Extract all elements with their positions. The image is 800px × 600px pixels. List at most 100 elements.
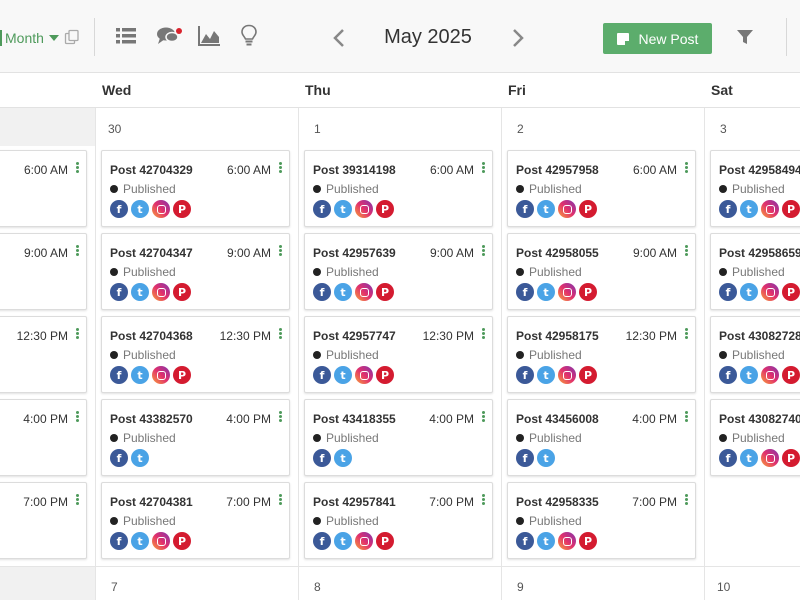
more-options-icon[interactable] (482, 245, 485, 257)
post-title: Post 42957958 (516, 163, 599, 177)
more-options-icon[interactable] (685, 245, 688, 257)
post-networks: ft P (313, 283, 397, 301)
comments-icon[interactable] (157, 26, 183, 46)
pinterest-icon: P (579, 532, 597, 550)
post-card[interactable]: 9:00 AM (0, 233, 87, 310)
status-dot-icon (516, 517, 524, 525)
post-card[interactable]: 4:00 PM (0, 399, 87, 476)
more-options-icon[interactable] (76, 411, 79, 423)
post-networks: ft P (313, 532, 397, 550)
more-options-icon[interactable] (685, 411, 688, 423)
more-options-icon[interactable] (482, 494, 485, 506)
post-time: 12:30 PM (625, 329, 677, 343)
post-time: 9:00 AM (23, 246, 68, 260)
post-card[interactable]: Post 42958175 12:30 PM Published f t P (507, 316, 696, 393)
facebook-icon: f (110, 449, 128, 467)
more-options-icon[interactable] (279, 245, 282, 257)
status-label: Published (732, 265, 785, 279)
new-post-button[interactable]: New Post (603, 23, 712, 54)
more-options-icon[interactable] (482, 162, 485, 174)
pinterest-icon: P (782, 366, 800, 384)
post-card[interactable]: Post 43456008 4:00 PM Published f t (507, 399, 696, 476)
chevron-right-icon[interactable] (509, 27, 527, 49)
status-dot-icon (719, 434, 727, 442)
more-options-icon[interactable] (76, 245, 79, 257)
more-options-icon[interactable] (279, 494, 282, 506)
more-options-icon[interactable] (685, 494, 688, 506)
post-title: Post 43418355 (313, 412, 396, 426)
view-select-dropdown[interactable]: Month (0, 27, 59, 49)
post-card[interactable]: Post 42958659 Published f t P (710, 233, 800, 310)
post-title: Post 42704381 (110, 495, 193, 509)
status-dot-icon (110, 434, 118, 442)
more-options-icon[interactable] (685, 328, 688, 340)
post-card[interactable]: Post 43418355 4:00 PM Published f t (304, 399, 493, 476)
twitter-icon: t (740, 283, 758, 301)
post-card[interactable]: Post 42704347 9:00 AM Published f t P (101, 233, 290, 310)
more-options-icon[interactable] (482, 411, 485, 423)
post-time: 6:00 AM (429, 163, 474, 177)
post-card[interactable]: Post 42704329 6:00 AM Published f t P (101, 150, 290, 227)
filter-icon[interactable] (736, 28, 754, 46)
more-options-icon[interactable] (279, 411, 282, 423)
post-card[interactable]: Post 42958494 Published f t P (710, 150, 800, 227)
post-title: Post 43382570 (110, 412, 193, 426)
calendar-app: Month May 2025 New Post Wed Thu Fri Sat … (0, 0, 800, 600)
view-select-bar (0, 30, 2, 46)
facebook-icon: f (313, 200, 331, 218)
more-options-icon[interactable] (279, 162, 282, 174)
post-card[interactable]: 6:00 AM (0, 150, 87, 227)
status-label: Published (529, 431, 582, 445)
post-card[interactable]: Post 42957841 7:00 PM Published f t P (304, 482, 493, 559)
more-options-icon[interactable] (279, 328, 282, 340)
post-title: Post 42957747 (313, 329, 396, 343)
post-card[interactable]: Post 42957747 12:30 PM Published f t P (304, 316, 493, 393)
post-card[interactable]: Post 39314198 6:00 AM Published f t P (304, 150, 493, 227)
post-card[interactable]: Post 43082728 Published f t P (710, 316, 800, 393)
pinterest-icon: P (376, 532, 394, 550)
post-card[interactable]: Post 42957958 6:00 AM Published f t P (507, 150, 696, 227)
post-card[interactable]: Post 42958055 9:00 AM Published f t P (507, 233, 696, 310)
facebook-icon: f (719, 283, 737, 301)
list-view-icon[interactable] (116, 27, 136, 45)
instagram-icon (152, 366, 170, 384)
post-card[interactable]: 12:30 PM (0, 316, 87, 393)
copy-icon[interactable] (64, 29, 80, 45)
facebook-icon: f (313, 532, 331, 550)
twitter-icon: t (537, 449, 555, 467)
post-card[interactable]: Post 42704368 12:30 PM Published f t P (101, 316, 290, 393)
post-card[interactable]: Post 42957639 9:00 AM Published f t P (304, 233, 493, 310)
facebook-icon: f (516, 283, 534, 301)
day-number: 1 (314, 122, 321, 136)
instagram-icon (152, 283, 170, 301)
post-card[interactable]: Post 43382570 4:00 PM Published f t (101, 399, 290, 476)
post-title: Post 42958659 (719, 246, 800, 260)
twitter-icon: t (334, 532, 352, 550)
facebook-icon: f (516, 366, 534, 384)
twitter-icon: t (131, 366, 149, 384)
status-label: Published (123, 514, 176, 528)
post-card[interactable]: 7:00 PM (0, 482, 87, 559)
status-dot-icon (110, 351, 118, 359)
instagram-icon (558, 283, 576, 301)
post-time: 4:00 PM (23, 412, 68, 426)
post-card[interactable]: Post 43082740 Published f t P (710, 399, 800, 476)
pinterest-icon: P (173, 366, 191, 384)
post-status: Published (719, 182, 785, 196)
more-options-icon[interactable] (482, 328, 485, 340)
column-divider (298, 108, 299, 600)
lightbulb-icon[interactable] (240, 24, 258, 48)
post-status: Published (719, 431, 785, 445)
analytics-icon[interactable] (198, 25, 221, 46)
more-options-icon[interactable] (685, 162, 688, 174)
more-options-icon[interactable] (76, 162, 79, 174)
post-networks: ft P (516, 200, 600, 218)
post-title: Post 42957841 (313, 495, 396, 509)
more-options-icon[interactable] (76, 328, 79, 340)
chevron-left-icon[interactable] (330, 27, 348, 49)
post-card[interactable]: Post 42704381 7:00 PM Published f t P (101, 482, 290, 559)
instagram-icon (558, 532, 576, 550)
post-card[interactable]: Post 42958335 7:00 PM Published f t P (507, 482, 696, 559)
post-time: 7:00 PM (632, 495, 677, 509)
more-options-icon[interactable] (76, 494, 79, 506)
